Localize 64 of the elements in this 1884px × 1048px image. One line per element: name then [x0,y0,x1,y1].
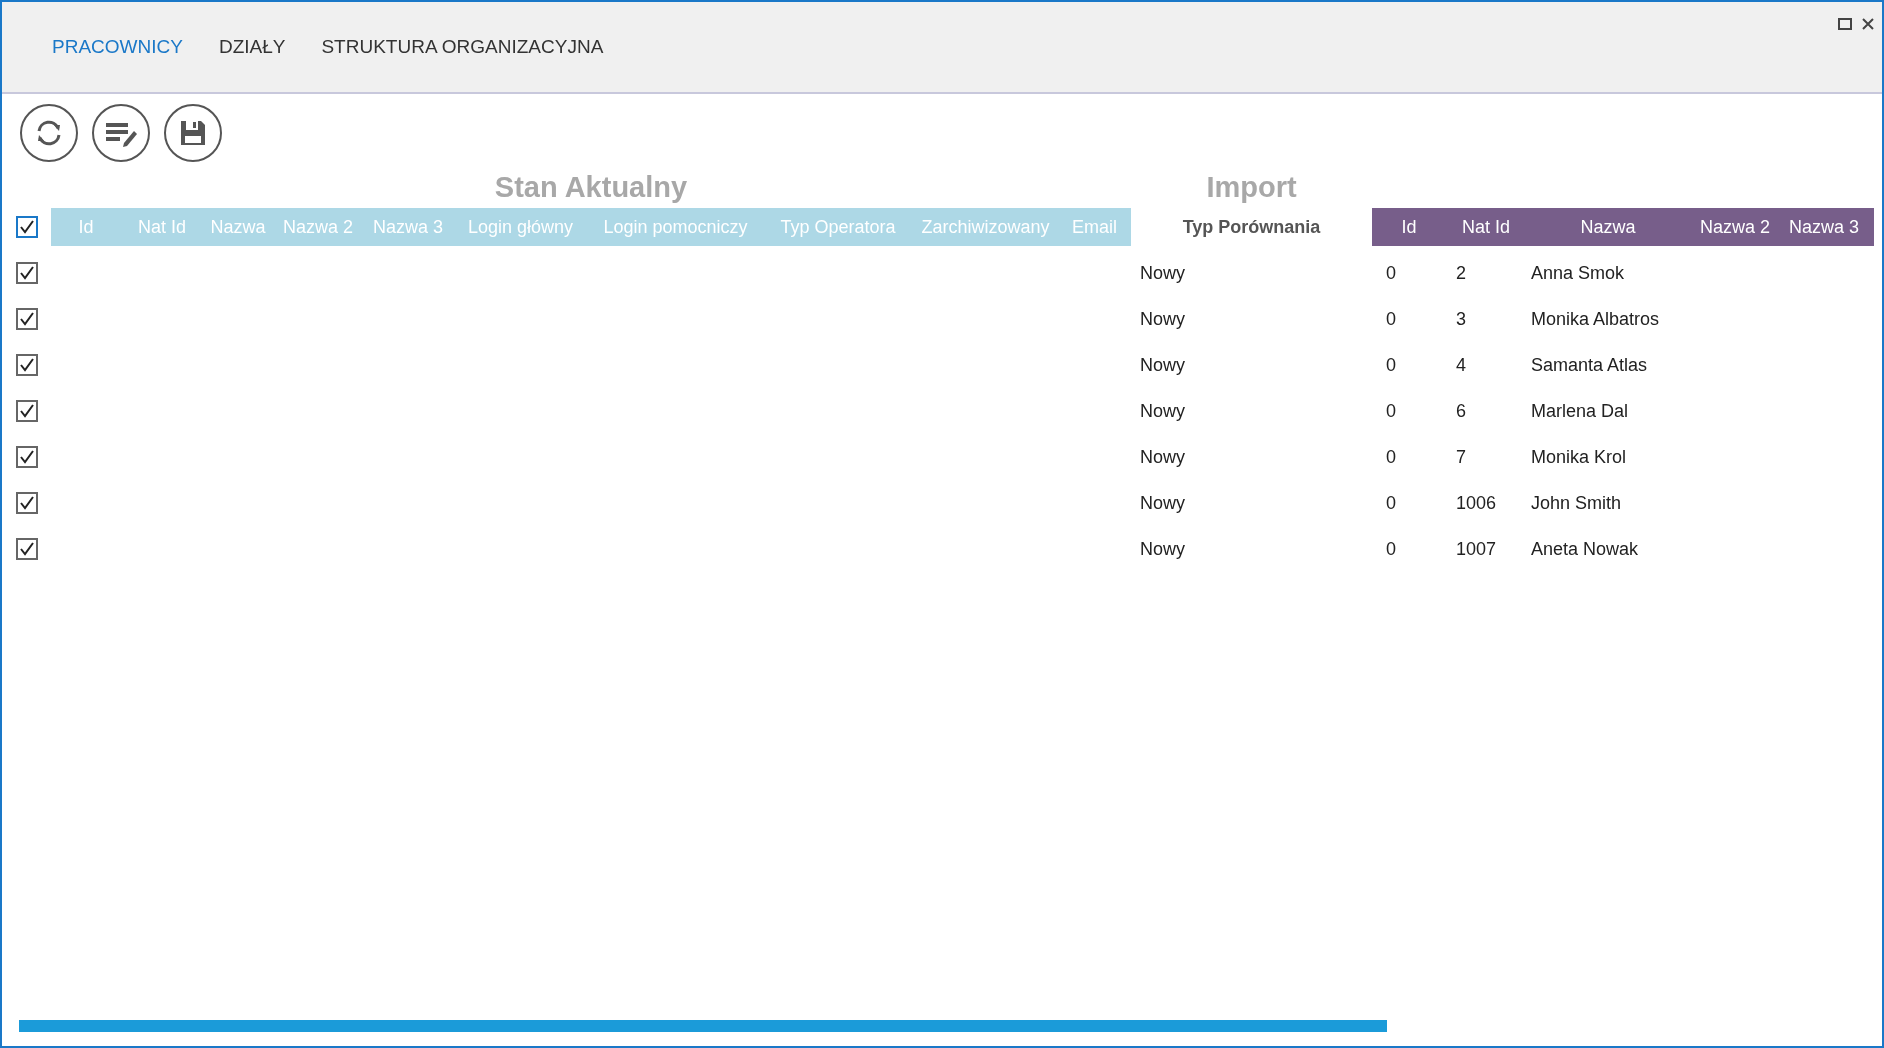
tab[interactable]: STRUKTURA ORGANIZACYJNA [321,32,604,62]
section-title: Stan Aktualny [493,170,689,205]
checkbox[interactable] [15,216,38,238]
checkbox[interactable] [15,308,38,330]
column-header: Nat Id [1461,215,1511,239]
table-cell: Monika Krol [1531,446,1627,467]
table-cell: 0 [1386,446,1396,467]
table-cell: 2 [1456,262,1466,283]
close-icon[interactable] [1862,18,1874,30]
column-header: Login pomocniczy [602,215,749,239]
column-header: Nazwa [209,215,267,239]
column-header: Typ Porównania [1181,215,1322,239]
table-cell: Monika Albatros [1531,308,1660,329]
table-cell: Nowy [1140,308,1185,329]
table-cell: Nowy [1140,538,1185,559]
column-header: Nazwa 2 [1699,215,1771,239]
checkbox[interactable] [15,446,38,468]
column-header: Nazwa 2 [282,215,354,239]
checkbox[interactable] [15,538,38,560]
save-icon [178,118,208,148]
edit-list-button[interactable] [92,104,150,162]
table-cell: 4 [1456,354,1466,375]
table-cell: 7 [1456,446,1466,467]
maximize-icon[interactable] [1838,18,1852,30]
table-cell: 6 [1456,400,1466,421]
checkbox[interactable] [15,400,38,422]
table-cell: 1006 [1456,492,1497,513]
table-cell: 0 [1386,538,1396,559]
table-cell: Samanta Atlas [1531,354,1648,375]
table-cell: Nowy [1140,492,1185,513]
refresh-button[interactable] [20,104,78,162]
column-header: Nazwa 3 [372,215,444,239]
table-cell: 0 [1386,400,1396,421]
column-header: Nat Id [137,215,187,239]
table-cell: 3 [1456,308,1466,329]
table-cell: John Smith [1531,492,1622,513]
column-header: Id [1400,215,1418,239]
column-header: Login główny [466,215,575,239]
table-cell: Anna Smok [1531,262,1625,283]
column-header: Nazwa 3 [1788,215,1860,239]
table-cell: Nowy [1140,262,1185,283]
column-header: Zarchiwizowany [920,215,1051,239]
table-cell: Marlena Dal [1531,400,1629,421]
table-cell: Aneta Nowak [1531,538,1639,559]
table-cell: 1007 [1456,538,1497,559]
tab[interactable]: DZIAŁY [218,32,286,62]
table-cell: Nowy [1140,354,1185,375]
table-cell: Nowy [1140,446,1185,467]
table-cell: 0 [1386,308,1396,329]
checkbox[interactable] [15,262,38,284]
column-header: Typ Operatora [779,215,897,239]
tab[interactable]: PRACOWNICY [52,32,183,62]
horizontal-scrollbar[interactable] [19,1020,1387,1032]
column-header: Email [1071,215,1118,239]
section-title: Import [1205,170,1298,205]
table-cell: 0 [1386,262,1396,283]
checkbox[interactable] [15,354,38,376]
table-cell: 0 [1386,492,1396,513]
table-cell: Nowy [1140,400,1185,421]
table-cell: 0 [1386,354,1396,375]
save-button[interactable] [164,104,222,162]
checkbox[interactable] [15,492,38,514]
column-header: Id [77,215,95,239]
column-header: Nazwa [1579,215,1637,239]
